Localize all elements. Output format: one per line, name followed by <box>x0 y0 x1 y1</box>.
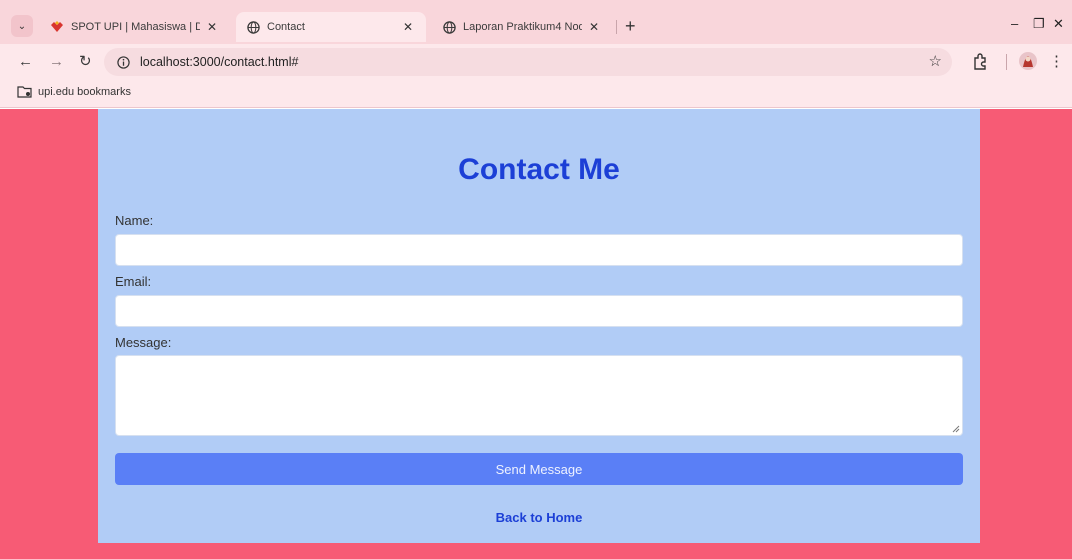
address-bar[interactable]: localhost:3000/contact.html# ☆ <box>104 48 952 76</box>
url-text[interactable]: localhost:3000/contact.html# <box>140 55 298 69</box>
info-icon[interactable] <box>114 53 132 71</box>
browser-tab-strip: ⌄ SPOT UPI | Mahasiswa | Dashbo ✕ Contac… <box>0 0 1072 44</box>
close-tab-icon[interactable]: ✕ <box>400 20 416 34</box>
close-tab-icon[interactable]: ✕ <box>586 20 602 34</box>
email-label: Email: <box>115 274 152 289</box>
globe-icon <box>246 20 260 34</box>
tab-title: Laporan Praktikum4 Node JS_S <box>463 21 582 33</box>
bookmark-folder-label: upi.edu bookmarks <box>38 86 131 98</box>
globe-icon <box>442 20 456 34</box>
chevron-down-icon: ⌄ <box>17 20 27 32</box>
page-title: Contact Me <box>458 153 620 186</box>
name-label: Name: <box>115 213 154 228</box>
resize-grip-icon[interactable] <box>952 425 960 433</box>
close-tab-icon[interactable]: ✕ <box>204 20 220 34</box>
contact-card: Contact Me Name: Email: Message: Send Me… <box>98 109 980 543</box>
tab-contact[interactable]: Contact ✕ <box>236 12 426 42</box>
back-to-home-link[interactable]: Back to Home <box>98 510 980 525</box>
tab-search-button[interactable]: ⌄ <box>11 15 33 37</box>
tab-title: SPOT UPI | Mahasiswa | Dashbo <box>71 21 200 33</box>
profile-avatar[interactable] <box>1018 51 1038 76</box>
email-input[interactable] <box>115 295 963 327</box>
back-arrow-icon[interactable]: ← <box>18 53 33 71</box>
upi-logo-icon <box>50 20 64 34</box>
restore-icon[interactable]: ❐ <box>1033 16 1045 32</box>
more-menu-icon[interactable]: ⋮ <box>1049 52 1064 70</box>
extensions-icon[interactable] <box>972 52 988 75</box>
tab-spot-upi[interactable]: SPOT UPI | Mahasiswa | Dashbo ✕ <box>40 12 230 42</box>
bookmarks-bar: upi.edu bookmarks <box>0 80 1072 108</box>
forward-arrow-icon[interactable]: → <box>49 53 64 71</box>
minimize-icon[interactable]: – <box>1011 16 1018 31</box>
close-window-icon[interactable]: ✕ <box>1053 16 1064 32</box>
browser-toolbar: ← → ↻ localhost:3000/contact.html# ☆ ⋮ <box>0 44 1072 80</box>
tab-laporan[interactable]: Laporan Praktikum4 Node JS_S ✕ <box>432 12 612 42</box>
message-textarea[interactable] <box>115 355 963 436</box>
bookmark-folder-upi[interactable]: upi.edu bookmarks <box>17 86 131 98</box>
toolbar-divider <box>1006 54 1007 70</box>
managed-folder-icon <box>17 86 32 98</box>
message-label: Message: <box>115 335 172 350</box>
tab-separator <box>616 20 617 34</box>
reload-icon[interactable]: ↻ <box>79 53 92 71</box>
page-viewport: Contact Me Name: Email: Message: Send Me… <box>0 109 1072 559</box>
name-input[interactable] <box>115 234 963 266</box>
send-message-button[interactable]: Send Message <box>115 453 963 485</box>
new-tab-button[interactable]: + <box>625 17 636 35</box>
tab-title: Contact <box>267 21 305 33</box>
bookmark-star-icon[interactable]: ☆ <box>929 52 942 70</box>
